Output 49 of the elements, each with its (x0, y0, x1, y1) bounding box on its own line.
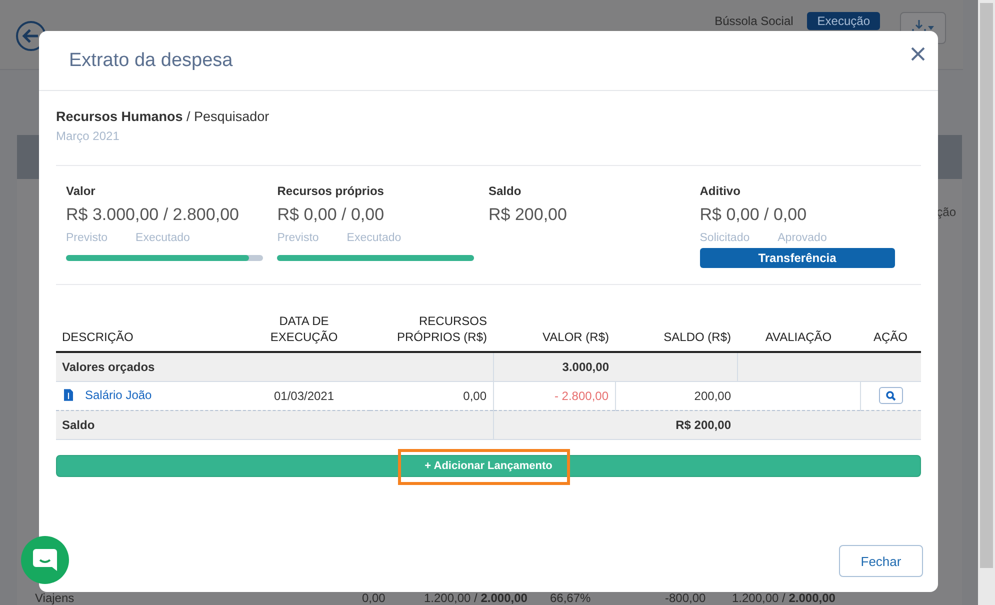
column-header: AVALIAÇÃO (765, 330, 832, 344)
table-cell: 3.000,00 (562, 360, 609, 374)
breadcrumb: Recursos Humanos / Pesquisador (56, 109, 270, 124)
table-cell: -800,00 (665, 591, 706, 605)
table-cell: 01/03/2021 (274, 388, 334, 402)
document-icon (64, 388, 73, 400)
column-header: DATA DE EXECUÇÃO (270, 314, 338, 344)
entry-link[interactable]: Salário João (85, 388, 152, 402)
stat-sublabel: Solicitado (700, 232, 750, 244)
scrollbar[interactable] (978, 0, 995, 605)
table-cell: 0,00 (463, 388, 486, 402)
table-cell: - 2.800,00 (554, 388, 608, 402)
phase-button[interactable]: Execução (807, 12, 880, 30)
table-cell: 200,00 (694, 388, 731, 402)
brand-text: Bússola Social (714, 14, 794, 28)
table-cell: 0,00 (362, 591, 386, 605)
modal-title: Extrato da despesa (69, 50, 234, 72)
table-cell: 66,67% (550, 591, 591, 605)
table-cell: Valores orçados (62, 360, 155, 374)
stat-label: Valor (66, 184, 96, 198)
stat-sublabel: Previsto (66, 232, 108, 244)
table-cell: Viajens (35, 591, 74, 605)
stat-label: Aditivo (700, 184, 742, 198)
stat-value: R$ 200,00 (488, 205, 568, 225)
close-icon[interactable] (911, 47, 925, 61)
close-button[interactable]: Fechar (839, 545, 923, 577)
stat-value: R$ 3.000,00 / 2.800,00 (66, 205, 240, 225)
stat-sublabel: Aprovado (778, 232, 827, 244)
column-header: AÇÃO (873, 330, 908, 344)
column-header: VALOR (R$) (542, 330, 609, 344)
chat-icon (32, 548, 58, 572)
stat-value: R$ 0,00 / 0,00 (277, 205, 386, 225)
stat-label: Saldo (488, 184, 522, 198)
table-cell: 1.200,00 / 2.000,00 (424, 591, 528, 605)
table-cell: R$ 200,00 (676, 418, 731, 432)
transfer-button[interactable]: Transferência (700, 248, 895, 268)
column-header: DESCRIÇÃO (62, 330, 134, 344)
period-text: Março 2021 (56, 129, 120, 143)
column-header: RECURSOS PRÓPRIOS (R$) (396, 314, 487, 344)
stat-sublabel: Executado (136, 232, 190, 244)
table-cell: Saldo (62, 418, 95, 432)
stat-sublabel: Previsto (277, 232, 319, 244)
stat-label: Recursos próprios (277, 184, 385, 198)
search-icon (886, 390, 896, 400)
column-header: SALDO (R$) (664, 330, 731, 344)
table-cell: 1.200,00 / 2.000,00 (732, 591, 836, 605)
stat-sublabel: Executado (346, 232, 402, 244)
stat-value: R$ 0,00 / 0,00 (700, 205, 808, 225)
search-button[interactable] (878, 387, 903, 404)
